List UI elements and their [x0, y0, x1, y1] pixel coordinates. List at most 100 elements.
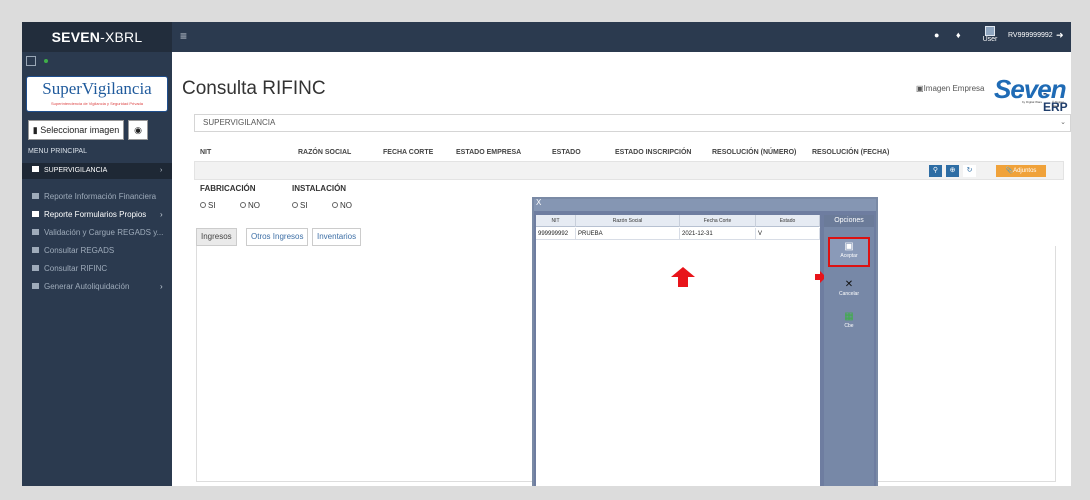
- col-header-fecha-corte: FECHA CORTE: [383, 149, 434, 156]
- fabricacion-no-radio[interactable]: NO: [240, 201, 260, 210]
- sidebar-item-consultar-rifinc[interactable]: Consultar RIFINC: [22, 261, 172, 277]
- red-arrow-stem: [678, 277, 688, 287]
- cancelar-button[interactable]: ✕ Cancelar: [828, 279, 870, 301]
- page-title: Consulta RIFINC: [182, 78, 326, 99]
- radio-circle: [332, 202, 338, 208]
- grid-header-estado[interactable]: Estado: [756, 215, 820, 227]
- company-image-alt: Imagen Empresa: [923, 84, 985, 93]
- company-image-placeholder: ▣Imagen Empresa: [916, 84, 984, 93]
- cell-razon: PRUEBA: [576, 228, 680, 240]
- grid-header-nit[interactable]: NIT: [536, 215, 576, 227]
- cell-nit: 999999992: [536, 228, 576, 240]
- refresh-icon[interactable]: ↻: [963, 165, 976, 177]
- file-icon: [32, 265, 39, 271]
- seven-erp-logo: Seven -ERP by Digital Ware ® Digital War…: [992, 74, 1068, 114]
- user-menu[interactable]: User: [980, 26, 1000, 48]
- menu-toggle-icon[interactable]: ≡: [180, 29, 187, 43]
- main-content: Consulta RIFINC ▣Imagen Empresa Seven -E…: [172, 52, 1071, 486]
- chevron-right-icon: ›: [160, 167, 163, 174]
- home-icon[interactable]: ●: [934, 30, 939, 40]
- search-icon[interactable]: ⚲: [929, 165, 942, 177]
- app-frame: SEVEN-XBRL ≡ ● ♦ User RV999999992 ➜ Supe…: [22, 22, 1071, 486]
- brand-rest: -XBRL: [100, 29, 143, 45]
- instalacion-no-radio[interactable]: NO: [332, 201, 352, 210]
- tab-otros-ingresos[interactable]: Otros Ingresos: [246, 228, 309, 246]
- status-dot-icon: [44, 59, 48, 63]
- close-icon[interactable]: X: [536, 198, 541, 207]
- options-title: Opciones: [824, 215, 874, 227]
- sidebar-item-generar-autoliquidacion[interactable]: Generar Autoliquidación ›: [22, 279, 172, 295]
- file-icon: [32, 247, 39, 253]
- results-grid: NIT Razón Social Fecha Corte Estado 9999…: [536, 215, 820, 486]
- avatar: [985, 26, 995, 36]
- folder-icon: [32, 193, 39, 199]
- aceptar-button[interactable]: ▣ Aceptar: [828, 237, 870, 267]
- select-image-button[interactable]: ▮ Seleccionar imagen: [28, 120, 124, 140]
- company-select[interactable]: SUPERVIGILANCIA ⌄: [194, 114, 1071, 132]
- sidebar-item-supervigilancia[interactable]: SUPERVIGILANCIA ›: [22, 163, 172, 179]
- sidebar-item-consultar-regads[interactable]: Consultar REGADS: [22, 243, 172, 259]
- close-icon: ✕: [844, 279, 854, 290]
- cancelar-label: Cancelar: [838, 291, 859, 297]
- cell-fecha: 2021-12-31: [680, 228, 756, 240]
- company-select-value: SUPERVIGILANCIA: [203, 118, 276, 127]
- cbe-label: Cbe: [844, 323, 854, 329]
- logo-subline: ® Digital Ware: [1052, 100, 1064, 108]
- supervigilancia-logo: SuperVigilancia Superintendencia de Vigi…: [26, 76, 168, 112]
- sidebar-item-label: Generar Autoliquidación: [44, 282, 130, 291]
- user-id[interactable]: RV999999992: [1008, 32, 1053, 39]
- sidebar-collapse-checkbox[interactable]: [26, 56, 36, 66]
- sidebar-item-label: Consultar REGADS: [44, 246, 115, 255]
- app-brand: SEVEN-XBRL: [22, 22, 172, 52]
- sidebar-item-label: Validación y Cargue REGADS y...: [44, 228, 164, 237]
- col-header-resolucion-numero: RESOLUCIÓN (NÚMERO): [712, 149, 797, 156]
- file-icon: [32, 229, 39, 235]
- radio-circle: [240, 202, 246, 208]
- accept-icon: ▣: [844, 241, 854, 252]
- col-header-estado-inscripcion: ESTADO INSCRIPCIÓN: [615, 149, 692, 156]
- radio-circle: [200, 202, 206, 208]
- sidebar-item-reporte-financiera[interactable]: Reporte Información Financiera: [22, 189, 172, 205]
- dialog-body: NIT Razón Social Fecha Corte Estado 9999…: [534, 211, 876, 486]
- fabricacion-si-radio[interactable]: SI: [200, 201, 216, 210]
- grid-header-razon[interactable]: Razón Social: [576, 215, 680, 227]
- table-row[interactable]: 999999992 PRUEBA 2021-12-31 V: [536, 228, 820, 240]
- radio-label: SI: [208, 201, 216, 210]
- menu-title: MENU PRINCIPAL: [28, 148, 87, 155]
- tab-inventarios[interactable]: Inventarios: [312, 228, 362, 246]
- grid-header-fecha[interactable]: Fecha Corte: [680, 215, 756, 227]
- tab-ingresos[interactable]: Ingresos: [196, 228, 237, 246]
- bell-icon[interactable]: ♦: [956, 30, 961, 40]
- sidebar-item-reporte-formularios[interactable]: Reporte Formularios Propios ›: [22, 207, 172, 223]
- add-icon[interactable]: ⊕: [946, 165, 959, 177]
- adjuntos-button[interactable]: 📎Adjuntos: [996, 165, 1046, 177]
- select-image-label: Seleccionar imagen: [40, 125, 120, 135]
- grid-header: NIT Razón Social Fecha Corte Estado: [536, 215, 820, 227]
- folder-icon: [32, 283, 39, 289]
- instalacion-si-radio[interactable]: SI: [292, 201, 308, 210]
- red-arrow-up-icon: [671, 267, 695, 277]
- folder-icon: [32, 166, 39, 172]
- aceptar-label: Aceptar: [840, 253, 858, 259]
- instalacion-label: INSTALACIÓN: [292, 184, 347, 193]
- sidebar-item-label: Reporte Formularios Propios: [44, 210, 147, 219]
- sidebar-item-validacion[interactable]: Validación y Cargue REGADS y...: [22, 225, 172, 241]
- brand-bold: SEVEN: [51, 29, 101, 45]
- cbe-button[interactable]: ▦ Cbe: [828, 311, 870, 335]
- dialog-title-bar: X: [534, 198, 876, 211]
- radio-label: SI: [300, 201, 308, 210]
- col-header-nit: NIT: [200, 149, 212, 156]
- chevron-down-icon: ⌄: [1060, 119, 1066, 126]
- col-header-estado-empresa: ESTADO EMPRESA: [456, 149, 522, 156]
- image-options-button[interactable]: ◉: [128, 120, 148, 140]
- options-panel: Opciones ▣ Aceptar ✕ Cancelar ▦ Cbe: [824, 215, 874, 486]
- chevron-right-icon: ›: [160, 282, 163, 291]
- paperclip-icon: 📎: [1005, 168, 1014, 174]
- top-bar: SEVEN-XBRL ≡ ● ♦ User RV999999992 ➜: [22, 22, 1071, 52]
- sidebar: SuperVigilancia Superintendencia de Vigi…: [22, 52, 172, 486]
- col-header-estado: ESTADO: [552, 149, 581, 156]
- cbe-icon: ▦: [844, 311, 854, 322]
- folder-icon: [32, 211, 39, 217]
- cell-estado: V: [756, 228, 820, 240]
- logout-icon[interactable]: ➜: [1056, 30, 1064, 41]
